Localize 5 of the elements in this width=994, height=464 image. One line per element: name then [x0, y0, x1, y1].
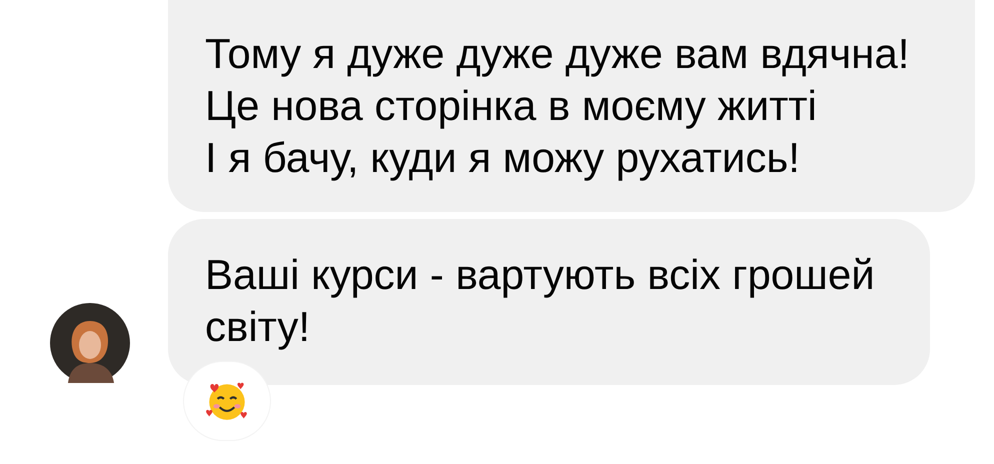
avatar[interactable]	[50, 303, 130, 383]
message-text: Ваші курси - вартують всіх грошей світу!	[205, 250, 876, 352]
message-text: Це нова сторінка в моєму житті	[205, 81, 818, 131]
message-text: І я бачу, куди я можу рухатись!	[205, 133, 801, 183]
message-text: Тому я дуже дуже дуже вам вдячна!	[205, 29, 910, 79]
